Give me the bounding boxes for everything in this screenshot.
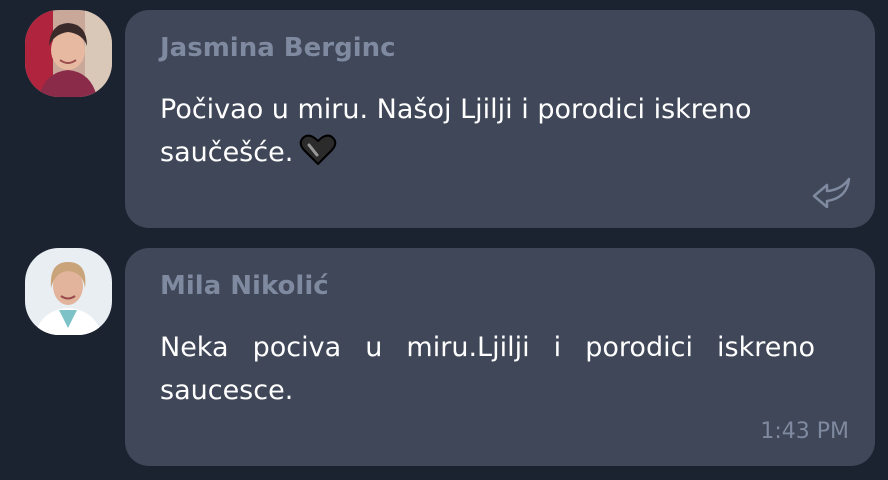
avatar[interactable] bbox=[25, 248, 112, 335]
message-timestamp: 1:43 PM bbox=[760, 419, 849, 444]
message-row: Jasmina Berginc Počivao u miru. Našoj Lj… bbox=[0, 10, 888, 228]
avatar-photo bbox=[25, 248, 112, 335]
chat-thread: Jasmina Berginc Počivao u miru. Našoj Lj… bbox=[0, 0, 888, 480]
sender-name[interactable]: Mila Nikolić bbox=[160, 271, 329, 301]
message-body: Počivao u miru. Našoj Ljilji i porodici … bbox=[160, 94, 752, 168]
avatar-photo bbox=[25, 10, 112, 97]
message-bubble[interactable]: Mila Nikolić Neka pociva u miru.Ljilji i… bbox=[125, 248, 875, 466]
sender-name[interactable]: Jasmina Berginc bbox=[160, 33, 396, 63]
message-row: Mila Nikolić Neka pociva u miru.Ljilji i… bbox=[0, 248, 888, 466]
reply-arrow-icon[interactable] bbox=[811, 176, 853, 209]
message-bubble[interactable]: Jasmina Berginc Počivao u miru. Našoj Lj… bbox=[125, 10, 875, 228]
message-text: Neka pociva u miru.Ljilji i porodici isk… bbox=[160, 332, 815, 406]
black-heart-icon bbox=[299, 133, 337, 180]
message-text: Počivao u miru. Našoj Ljilji i porodici … bbox=[160, 88, 815, 180]
avatar[interactable] bbox=[25, 10, 112, 97]
